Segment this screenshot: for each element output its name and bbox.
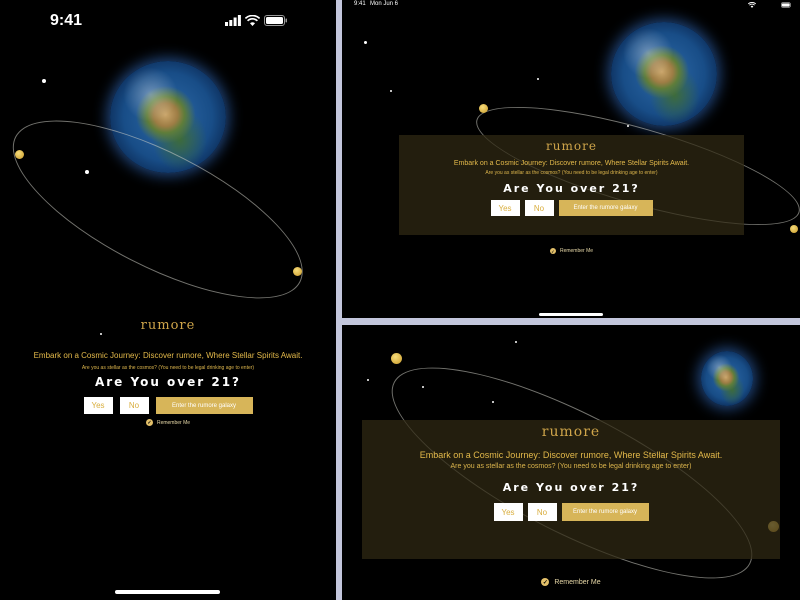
planet-dot bbox=[790, 225, 798, 233]
status-time: 9:41 bbox=[50, 12, 83, 29]
age-question: Are You over 21? bbox=[502, 481, 640, 494]
star bbox=[515, 341, 517, 343]
battery-percent: 100% bbox=[759, 1, 777, 8]
planet-dot bbox=[391, 353, 402, 364]
enter-button[interactable]: Enter the rumore galaxy bbox=[558, 200, 653, 216]
wifi-icon bbox=[747, 1, 756, 8]
button-row: Yes No Enter the rumore galaxy bbox=[362, 503, 780, 521]
star bbox=[390, 90, 392, 92]
remember-me[interactable]: ✓ Remember Me bbox=[362, 578, 780, 586]
planet-dot bbox=[479, 104, 488, 113]
no-button[interactable]: No bbox=[524, 200, 554, 216]
subline: Are you as stellar as the cosmos? (You n… bbox=[81, 365, 255, 371]
status-date: Mon Jun 6 bbox=[370, 1, 399, 7]
tablet-landscape-screen: rumore Embark on a Cosmic Journey: Disco… bbox=[342, 325, 800, 600]
earth-image bbox=[611, 22, 717, 126]
signal-icon bbox=[225, 15, 241, 26]
earth-image bbox=[701, 351, 753, 406]
brand-logo: rumore bbox=[541, 424, 601, 440]
no-button[interactable]: No bbox=[527, 503, 557, 521]
age-gate: rumore Embark on a Cosmic Journey: Disco… bbox=[0, 318, 336, 426]
no-button[interactable]: No bbox=[119, 397, 149, 414]
battery-icon bbox=[264, 15, 287, 26]
status-icons bbox=[225, 15, 288, 26]
star bbox=[367, 379, 369, 381]
remember-me[interactable]: ✓ Remember Me bbox=[399, 248, 744, 254]
status-icons: 100% bbox=[747, 1, 792, 8]
star bbox=[364, 41, 367, 44]
phone-screen: 9:41 rumore Embark on a Cosmic Journey: … bbox=[0, 0, 336, 600]
tablet-portrait-screen: 9:41 Mon Jun 6 100% rumore Embark on a C… bbox=[342, 0, 800, 318]
subline: Are you as stellar as the cosmos? (You n… bbox=[485, 170, 658, 176]
remember-me[interactable]: ✓ Remember Me bbox=[0, 419, 336, 426]
planet-dot bbox=[293, 267, 302, 276]
age-question: Are You over 21? bbox=[503, 182, 640, 195]
age-gate: rumore Embark on a Cosmic Journey: Disco… bbox=[399, 135, 744, 235]
remember-label: Remember Me bbox=[554, 578, 601, 586]
headline: Embark on a Cosmic Journey: Discover rum… bbox=[419, 450, 723, 460]
star bbox=[42, 79, 46, 83]
subline: Are you as stellar as the cosmos? (You n… bbox=[450, 463, 692, 470]
button-row: Yes No Enter the rumore galaxy bbox=[399, 200, 744, 216]
enter-button[interactable]: Enter the rumore galaxy bbox=[561, 503, 649, 521]
yes-button[interactable]: Yes bbox=[493, 503, 523, 521]
brand-logo: rumore bbox=[546, 139, 597, 153]
brand-logo: rumore bbox=[140, 318, 196, 333]
check-icon[interactable]: ✓ bbox=[541, 578, 550, 586]
wifi-icon bbox=[245, 15, 260, 26]
check-icon[interactable]: ✓ bbox=[549, 248, 556, 254]
battery-icon bbox=[781, 1, 791, 8]
star bbox=[537, 78, 539, 80]
remember-label: Remember Me bbox=[156, 419, 191, 426]
status-time: 9:41 bbox=[354, 1, 366, 7]
home-indicator bbox=[539, 313, 603, 316]
home-indicator bbox=[115, 590, 220, 594]
age-gate: rumore Embark on a Cosmic Journey: Disco… bbox=[362, 420, 780, 559]
check-icon[interactable]: ✓ bbox=[145, 419, 153, 426]
headline: Embark on a Cosmic Journey: Discover rum… bbox=[453, 160, 690, 167]
headline: Embark on a Cosmic Journey: Discover rum… bbox=[33, 351, 303, 360]
age-question: Are You over 21? bbox=[94, 375, 242, 389]
enter-button[interactable]: Enter the rumore galaxy bbox=[155, 397, 253, 414]
planet-dot bbox=[15, 150, 24, 159]
button-row: Yes No Enter the rumore galaxy bbox=[0, 397, 336, 414]
yes-button[interactable]: Yes bbox=[490, 200, 520, 216]
remember-label: Remember Me bbox=[559, 248, 594, 254]
yes-button[interactable]: Yes bbox=[83, 397, 113, 414]
